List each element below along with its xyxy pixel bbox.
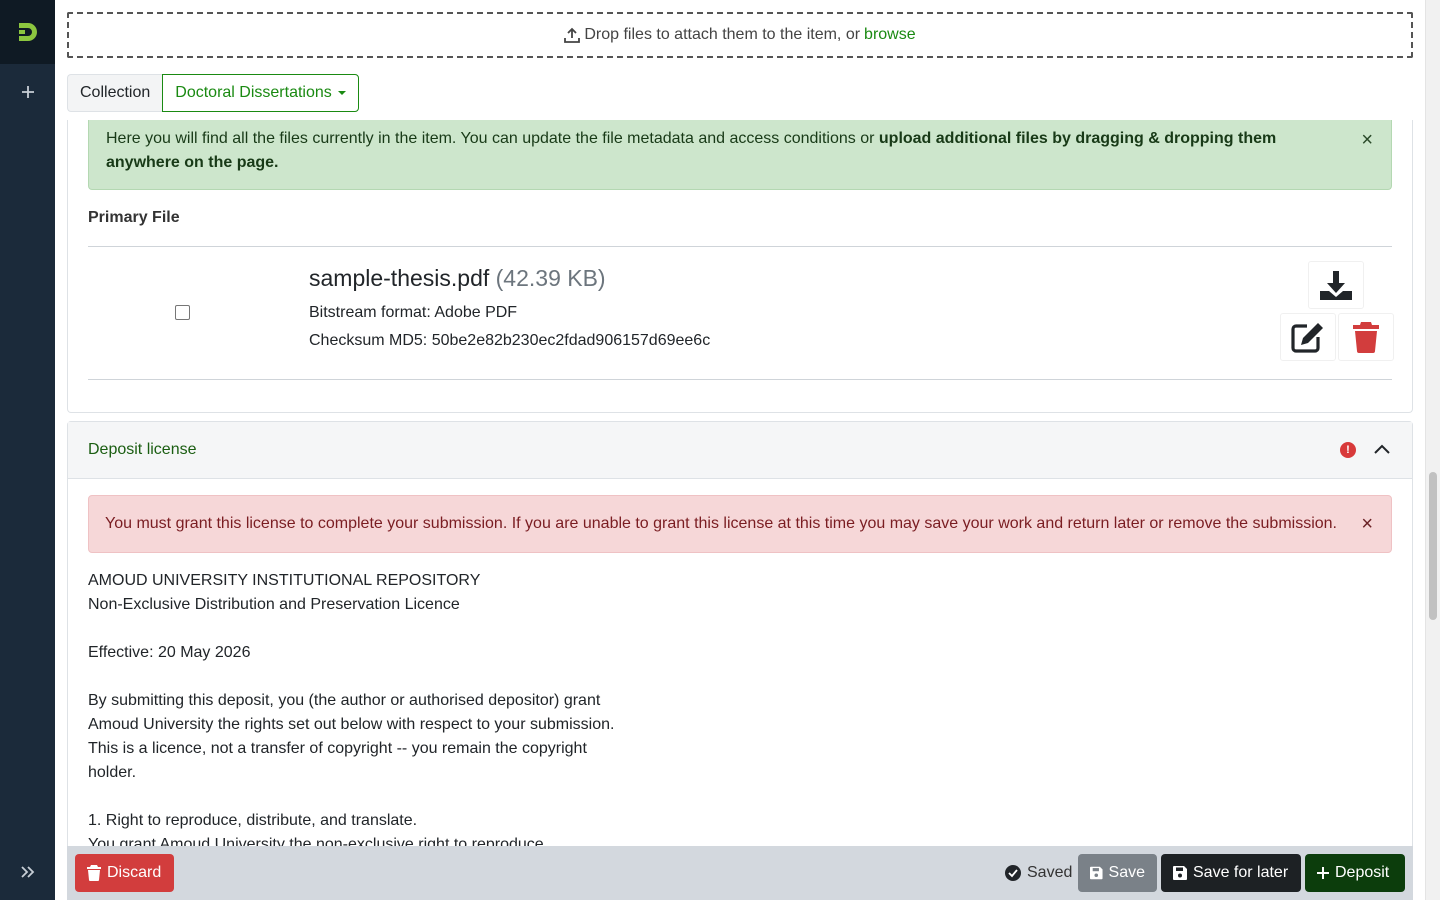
license-section: Deposit license ! You must grant this li… [67, 421, 1413, 900]
license-line: Amoud University the rights set out belo… [88, 716, 615, 733]
download-button[interactable] [1308, 261, 1364, 309]
close-icon[interactable]: × [1361, 128, 1373, 152]
expand-sidebar-icon[interactable] [0, 858, 55, 886]
license-line [88, 785, 708, 809]
file-size: (42.39 KB) [495, 265, 606, 291]
floppy-disk-icon [1173, 866, 1187, 880]
check-circle-icon [1005, 865, 1021, 881]
floppy-disk-icon [1090, 866, 1103, 880]
license-error-alert: You must grant this license to complete … [88, 495, 1392, 553]
file-format: Bitstream format: Adobe PDF [309, 304, 518, 321]
license-error-text: You must grant this license to complete … [105, 515, 1337, 532]
edit-icon [1291, 323, 1323, 353]
new-item-icon[interactable] [0, 78, 55, 106]
close-icon[interactable]: × [1361, 513, 1373, 536]
deposit-button[interactable]: Deposit [1305, 854, 1405, 892]
error-icon: ! [1340, 442, 1356, 458]
edit-file-button[interactable] [1280, 313, 1336, 361]
files-info-text: Here you will find all the files current… [106, 130, 879, 147]
download-icon [1320, 271, 1352, 300]
license-line [88, 665, 708, 689]
save-label: Save [1108, 864, 1145, 881]
license-text: AMOUD UNIVERSITY INSTITUTIONAL REPOSITOR… [88, 569, 708, 857]
license-line [88, 617, 708, 641]
collection-selected: Doctoral Dissertations [175, 84, 332, 101]
deposit-label: Deposit [1335, 864, 1390, 881]
save-status-label: Saved [1027, 864, 1073, 881]
license-line: By submitting this deposit, you (the aut… [88, 692, 601, 709]
license-title[interactable]: Deposit license [88, 441, 197, 459]
save-for-later-button[interactable]: Save for later [1161, 854, 1301, 892]
file-checksum: Checksum MD5: 50be2e82b230ec2fdad906157d… [309, 332, 711, 349]
delete-file-button[interactable] [1338, 313, 1394, 361]
scrollbar-thumb[interactable] [1429, 472, 1437, 620]
save-button[interactable]: Save [1078, 854, 1157, 892]
file-row: sample-thesis.pdf (42.39 KB) Bitstream f… [88, 246, 1394, 380]
browse-link[interactable]: browse [864, 26, 916, 44]
trash-icon [1353, 322, 1379, 353]
file-name-line: sample-thesis.pdf (42.39 KB) [309, 265, 606, 292]
license-line: 1. Right to reproduce, distribute, and t… [88, 812, 418, 829]
files-info-alert: Here you will find all the files current… [88, 120, 1392, 190]
collection-dropdown[interactable]: Doctoral Dissertations [162, 74, 359, 112]
collection-selector: Collection Doctoral Dissertations [67, 74, 359, 112]
primary-file-checkbox[interactable] [175, 305, 190, 320]
file-name: sample-thesis.pdf [309, 265, 490, 291]
discard-label: Discard [107, 864, 162, 881]
primary-file-heading: Primary File [88, 209, 180, 226]
chevron-up-icon[interactable] [1374, 442, 1390, 458]
submission-footer: Discard Saved Save Save for later Deposi… [67, 846, 1413, 900]
license-line: holder. [88, 764, 137, 781]
submission-form: Drop files to attach them to the item, o… [55, 0, 1425, 900]
file-dropzone[interactable]: Drop files to attach them to the item, o… [67, 12, 1413, 58]
save-for-later-label: Save for later [1193, 864, 1289, 881]
license-line: Non-Exclusive Distribution and Preservat… [88, 596, 460, 613]
discard-button[interactable]: Discard [75, 854, 174, 892]
dropzone-text: Drop files to attach them to the item, o… [584, 26, 861, 43]
dspace-logo-icon [18, 23, 37, 41]
license-line: AMOUD UNIVERSITY INSTITUTIONAL REPOSITOR… [88, 572, 481, 589]
home-logo-link[interactable] [0, 0, 55, 64]
collection-label: Collection [67, 74, 163, 112]
save-status: Saved [1005, 854, 1072, 892]
trash-icon [87, 865, 101, 881]
admin-sidebar [0, 0, 55, 900]
license-line: This is a licence, not a transfer of cop… [88, 740, 587, 757]
caret-down-icon [337, 91, 346, 95]
plus-icon [1317, 867, 1329, 879]
license-header[interactable]: Deposit license ! [68, 422, 1412, 479]
page-scrollbar[interactable] [1425, 0, 1440, 900]
license-line: Effective: 20 May 2026 [88, 644, 251, 661]
upload-icon [564, 27, 581, 43]
upload-section: Here you will find all the files current… [67, 120, 1413, 413]
